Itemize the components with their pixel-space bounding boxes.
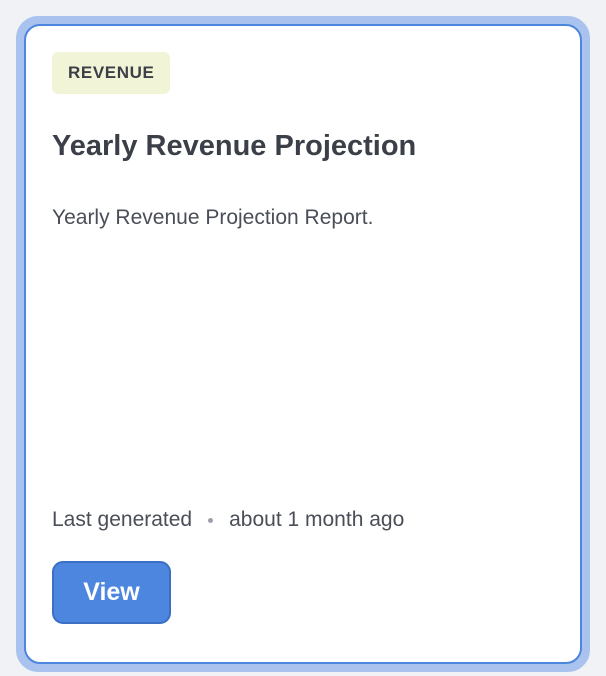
report-card[interactable]: REVENUE Yearly Revenue Projection Yearly… xyxy=(24,24,582,664)
separator-dot-icon xyxy=(208,517,214,523)
last-generated-value: about 1 month ago xyxy=(229,508,405,531)
report-title: Yearly Revenue Projection xyxy=(52,130,417,162)
category-badge: REVENUE xyxy=(52,52,171,94)
report-card-focus-ring: REVENUE Yearly Revenue Projection Yearly… xyxy=(16,16,590,672)
report-description: Yearly Revenue Projection Report. xyxy=(52,206,374,229)
view-button[interactable]: View xyxy=(52,561,171,624)
last-generated-info: Last generated about 1 month ago xyxy=(52,508,404,532)
last-generated-label: Last generated xyxy=(52,508,193,531)
